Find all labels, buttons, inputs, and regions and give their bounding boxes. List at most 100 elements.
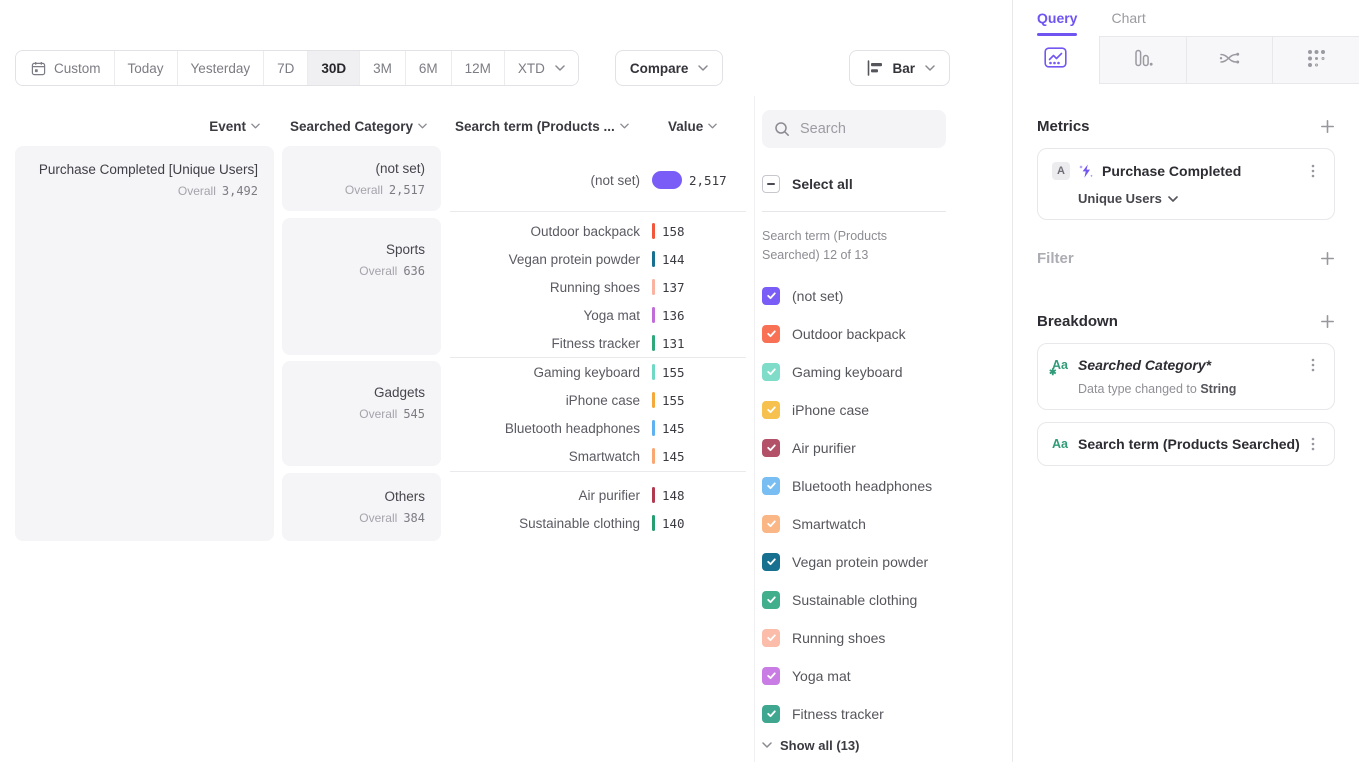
checkbox-checked-icon[interactable] [762, 363, 780, 381]
value-bar [652, 364, 655, 380]
filter-header: Filter [1037, 250, 1335, 267]
legend-item[interactable]: Yoga mat [762, 657, 1002, 695]
legend-item[interactable]: Gaming keyboard [762, 353, 1002, 391]
term-row[interactable]: (not set)2,517 [450, 166, 746, 194]
date-range-xtd[interactable]: XTD [504, 51, 578, 85]
date-range-3m[interactable]: 3M [359, 51, 405, 85]
term-row[interactable]: Gaming keyboard155 [450, 358, 746, 386]
term-row[interactable]: Running shoes 137 [450, 273, 746, 301]
checkbox-checked-icon[interactable] [762, 553, 780, 571]
date-range-yesterday[interactable]: Yesterday [177, 51, 264, 85]
term-row[interactable]: Vegan protein powder144 [450, 245, 746, 273]
column-header-value[interactable]: Value [668, 116, 717, 136]
breakdown-card-searched-category[interactable]: Aa✱ Searched Category* Data type changed… [1037, 343, 1335, 410]
value-bar [652, 335, 655, 351]
add-breakdown-button[interactable] [1320, 314, 1335, 329]
term-row[interactable]: Smartwatch145 [450, 442, 746, 470]
term-row[interactable]: Air purifier148 [450, 481, 746, 509]
checkbox-checked-icon[interactable] [762, 401, 780, 419]
date-range-today[interactable]: Today [114, 51, 177, 85]
report-type-flows[interactable] [1186, 36, 1273, 84]
term-row[interactable]: Outdoor backpack158 [450, 217, 746, 245]
metric-card[interactable]: A Purchase Completed Unique Users [1037, 148, 1335, 220]
date-range-7d[interactable]: 7D [263, 51, 307, 85]
legend-item[interactable]: Vegan protein powder [762, 543, 1002, 581]
category-cell[interactable]: (not set)Overall2,517 [282, 146, 441, 211]
column-header-searched-category[interactable]: Searched Category [282, 116, 427, 136]
tab-query[interactable]: Query [1037, 10, 1077, 26]
category-name: (not set) [375, 161, 425, 176]
legend-item-label: Gaming keyboard [792, 364, 903, 380]
chevron-down-icon [925, 65, 935, 71]
term-row[interactable]: Yoga mat 136 [450, 301, 746, 329]
term-row[interactable]: Bluetooth headphones145 [450, 414, 746, 442]
term-row[interactable]: iPhone case155 [450, 386, 746, 414]
measurement-dropdown[interactable]: Unique Users [1052, 191, 1320, 206]
chart-type-button[interactable]: Bar [849, 50, 950, 86]
category-cell[interactable]: OthersOverall384 [282, 473, 441, 541]
checkbox-checked-icon[interactable] [762, 477, 780, 495]
legend-item[interactable]: Outdoor backpack [762, 315, 1002, 353]
category-name: Others [384, 489, 425, 504]
legend-item[interactable]: Running shoes [762, 619, 1002, 657]
checkbox-checked-icon[interactable] [762, 325, 780, 343]
modified-asterisk-icon: ✱ [1049, 367, 1057, 378]
checkbox-checked-icon[interactable] [762, 439, 780, 457]
term-label: iPhone case [450, 393, 640, 408]
legend-item[interactable]: (not set) [762, 277, 1002, 315]
checkbox-checked-icon[interactable] [762, 629, 780, 647]
category-cell[interactable]: SportsOverall636 [282, 218, 441, 355]
compare-label: Compare [630, 61, 689, 76]
report-type-insights[interactable] [1013, 36, 1099, 84]
term-label: Running shoes [450, 280, 640, 295]
retention-dots-icon [1306, 48, 1327, 73]
checkbox-checked-icon[interactable] [762, 705, 780, 723]
show-all-button[interactable]: Show all (13) [762, 738, 1002, 753]
term-row[interactable]: Sustainable clothing140 [450, 509, 746, 537]
term-value: 136 [662, 308, 685, 323]
column-header-event[interactable]: Event [15, 116, 260, 136]
legend-item[interactable]: Sustainable clothing [762, 581, 1002, 619]
checkbox-checked-icon[interactable] [762, 515, 780, 533]
report-type-retention[interactable] [1272, 36, 1359, 84]
date-range-6m[interactable]: 6M [405, 51, 451, 85]
category-cell[interactable]: GadgetsOverall545 [282, 361, 441, 466]
legend-item[interactable]: Fitness tracker [762, 695, 1002, 733]
legend-search[interactable] [762, 110, 946, 148]
add-filter-button[interactable] [1320, 251, 1335, 266]
term-label: Yoga mat [450, 308, 640, 323]
legend-item[interactable]: Smartwatch [762, 505, 1002, 543]
checkbox-checked-icon[interactable] [762, 591, 780, 609]
horizontal-bar-chart-icon [866, 60, 884, 76]
report-type-funnels[interactable] [1099, 36, 1186, 84]
date-range-custom[interactable]: Custom [16, 51, 114, 85]
flows-icon [1218, 48, 1241, 73]
term-row[interactable]: Fitness tracker131 [450, 329, 746, 357]
search-input[interactable] [800, 121, 934, 137]
term-value: 145 [662, 449, 685, 464]
add-metric-button[interactable] [1320, 119, 1335, 134]
date-range-30d[interactable]: 30D [307, 51, 359, 85]
checkbox-checked-icon[interactable] [762, 667, 780, 685]
metric-options-kebab-icon[interactable] [1306, 163, 1320, 179]
checkbox-checked-icon[interactable] [762, 287, 780, 305]
legend-item[interactable]: Air purifier [762, 429, 1002, 467]
legend-divider [762, 211, 946, 212]
breakdown-options-kebab-icon[interactable] [1306, 357, 1320, 373]
legend-item[interactable]: Bluetooth headphones [762, 467, 1002, 505]
date-range-12m[interactable]: 12M [451, 51, 504, 85]
report-type-strip [1013, 36, 1359, 84]
chevron-down-icon [251, 123, 260, 129]
checkbox-indeterminate-icon[interactable] [762, 175, 780, 193]
select-all-checkbox[interactable]: Select all [762, 175, 1002, 193]
breakdown-card-search-term[interactable]: Aa Search term (Products Searched) [1037, 422, 1335, 466]
legend-item[interactable]: iPhone case [762, 391, 1002, 429]
category-overall: Overall636 [359, 264, 425, 278]
insights-chart-icon [1044, 47, 1067, 73]
column-header-search-term[interactable]: Search term (Products ... [455, 116, 629, 136]
term-value: 137 [662, 280, 685, 295]
compare-button[interactable]: Compare [615, 50, 724, 86]
event-cell[interactable]: Purchase Completed [Unique Users] Overal… [15, 146, 274, 541]
tab-chart[interactable]: Chart [1111, 10, 1145, 26]
breakdown-options-kebab-icon[interactable] [1306, 436, 1320, 452]
